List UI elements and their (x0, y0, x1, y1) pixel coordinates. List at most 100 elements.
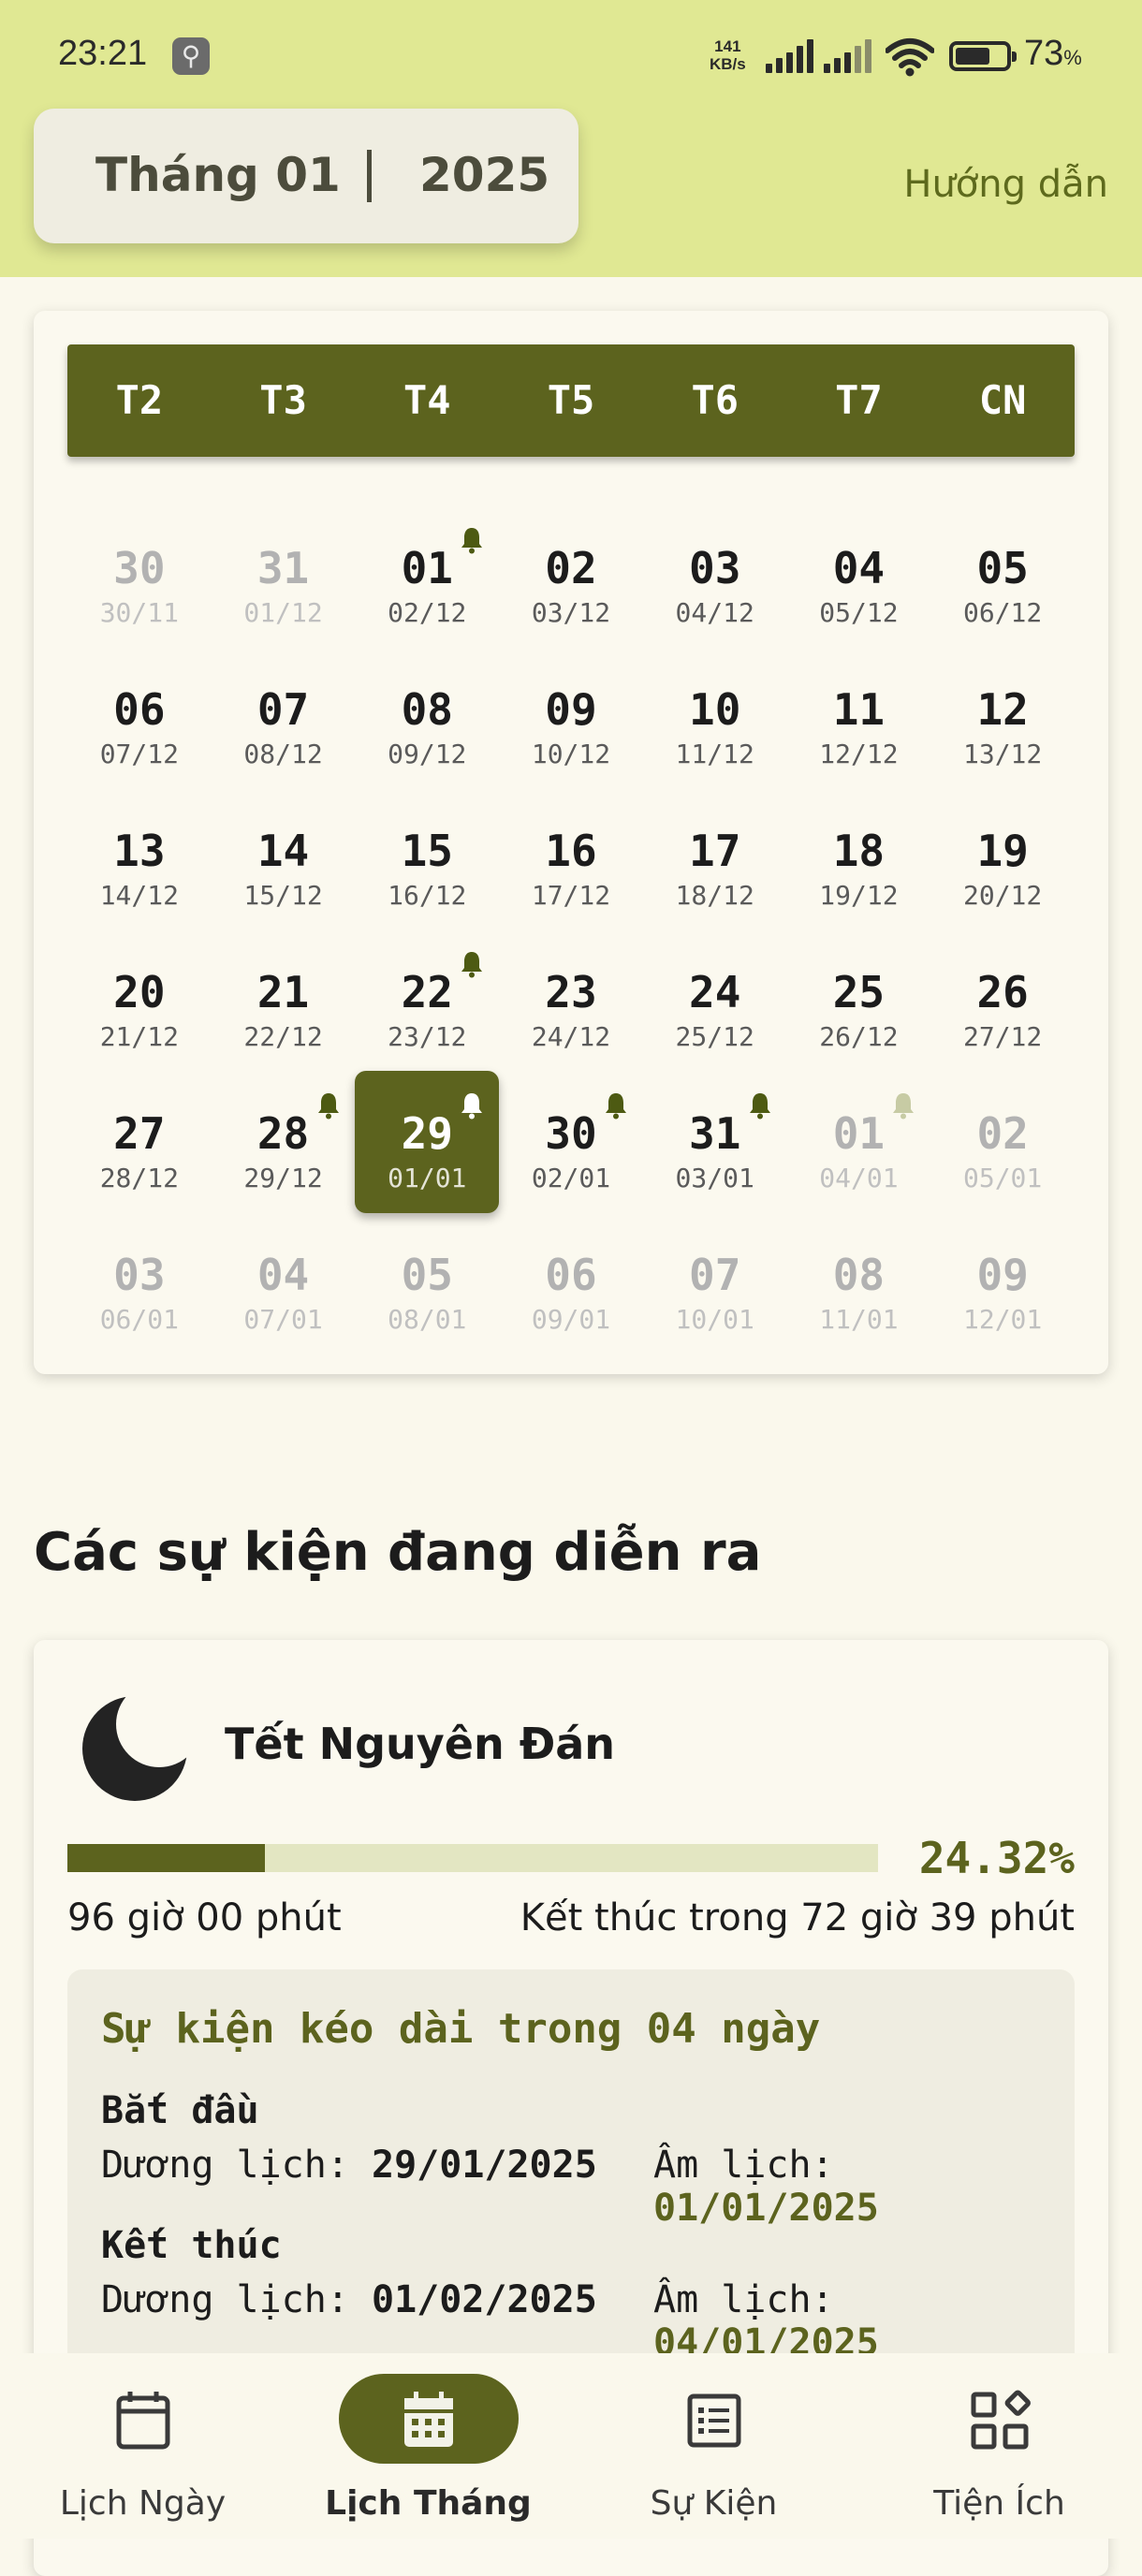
weekday-label: T6 (691, 377, 739, 423)
day-cell[interactable]: 03 06/01 (67, 1212, 212, 1354)
nav-daily-calendar[interactable]: Lịch Ngày (0, 2353, 286, 2539)
day-cell[interactable]: 26 27/12 (930, 929, 1075, 1072)
lunar-date: 05/01 (962, 1163, 1043, 1193)
solar-day: 21 (256, 967, 310, 1017)
day-cell[interactable]: 03 04/12 (643, 505, 787, 648)
lunar-date: 09/12 (388, 739, 467, 769)
day-cell[interactable]: 07 10/01 (643, 1212, 787, 1354)
lunar-date: 17/12 (531, 880, 611, 911)
event-remaining: Kết thúc trong 72 giờ 39 phút (520, 1896, 1075, 1939)
day-cell[interactable]: 09 10/12 (499, 647, 643, 789)
nav-label: Sự Kiện (650, 2484, 778, 2523)
day-cell[interactable]: 18 19/12 (786, 788, 930, 930)
day-cell[interactable]: 08 09/12 (355, 647, 499, 789)
solar-day: 24 (689, 967, 741, 1017)
start-solar: Dương lịch: 29/01/2025 (101, 2144, 597, 2187)
day-cell[interactable]: 27 28/12 (67, 1071, 212, 1213)
nav-events[interactable]: Sự Kiện (571, 2353, 856, 2539)
signal-icon (766, 39, 816, 73)
day-cell[interactable]: 01 02/12 (355, 505, 499, 648)
day-cell[interactable]: 12 13/12 (930, 647, 1075, 789)
battery-icon (949, 41, 1017, 71)
solar-day: 06 (545, 1250, 597, 1300)
day-cell[interactable]: 25 26/12 (786, 929, 930, 1072)
day-cell[interactable]: 23 24/12 (499, 929, 643, 1072)
bell-icon (893, 1093, 915, 1120)
day-cell[interactable]: 07 08/12 (212, 647, 356, 789)
solar-day: 02 (545, 543, 597, 593)
day-cell[interactable]: 06 07/12 (67, 647, 212, 789)
wifi-icon (886, 38, 934, 77)
solar-day: 15 (401, 826, 453, 876)
month-label[interactable]: Tháng 01 (95, 148, 341, 202)
day-cell[interactable]: 17 18/12 (643, 788, 787, 930)
status-bar: 23:21 ⚲ 141 KB/s 73% (0, 0, 1142, 112)
nav-utilities[interactable]: Tiện Ích (856, 2353, 1142, 2539)
month-year-picker[interactable]: Tháng 01 2025 (34, 109, 578, 243)
day-cell[interactable]: 31 01/12 (212, 505, 356, 648)
moon-icon (82, 1696, 187, 1801)
lunar-date: 02/12 (388, 597, 467, 628)
day-cell[interactable]: 30 30/11 (67, 505, 212, 648)
solar-day: 16 (545, 826, 597, 876)
day-cell[interactable]: 05 06/12 (930, 505, 1075, 648)
day-cell[interactable]: 02 03/12 (499, 505, 643, 648)
day-cell[interactable]: 02 05/01 (930, 1071, 1075, 1213)
start-lunar-date: 01/01/2025 (653, 2187, 879, 2230)
day-cell[interactable]: 28 29/12 (212, 1071, 356, 1213)
day-cell[interactable]: 13 14/12 (67, 788, 212, 930)
solar-day: 05 (976, 543, 1029, 593)
weekday-label: T2 (115, 377, 164, 423)
lunar-date: 30/11 (99, 597, 179, 628)
nav-monthly-calendar[interactable]: Lịch Tháng (286, 2353, 571, 2539)
solar-day: 02 (976, 1108, 1029, 1159)
day-cell-selected[interactable]: 29 01/01 (355, 1071, 500, 1213)
start-solar-date: 29/01/2025 (371, 2144, 597, 2187)
lunar-label: Âm lịch: (653, 2278, 834, 2321)
day-cell[interactable]: 14 15/12 (212, 788, 356, 930)
day-cell[interactable]: 08 11/01 (786, 1212, 930, 1354)
lunar-date: 06/01 (99, 1304, 179, 1335)
network-speed-value: 141 (714, 37, 741, 55)
solar-day: 20 (113, 967, 166, 1017)
lunar-date: 14/12 (99, 880, 179, 911)
day-cell[interactable]: 16 17/12 (499, 788, 643, 930)
day-cell[interactable]: 06 09/01 (499, 1212, 643, 1354)
day-cell[interactable]: 05 08/01 (355, 1212, 499, 1354)
lunar-date: 09/01 (531, 1304, 611, 1335)
solar-day: 31 (256, 543, 310, 593)
end-solar: Dương lịch: 01/02/2025 (101, 2278, 597, 2321)
lunar-date: 16/12 (388, 880, 467, 911)
lunar-date: 11/01 (819, 1304, 899, 1335)
guide-link[interactable]: Hướng dẫn (903, 163, 1108, 206)
day-cell[interactable]: 11 12/12 (786, 647, 930, 789)
solar-day: 10 (689, 684, 741, 735)
lunar-date: 04/12 (675, 597, 754, 628)
day-cell[interactable]: 31 03/01 (643, 1071, 787, 1213)
lunar-date: 25/12 (675, 1021, 754, 1052)
events-section-title: Các sự kiện đang diễn ra (34, 1522, 762, 1583)
year-label[interactable]: 2025 (419, 148, 549, 202)
day-cell[interactable]: 22 23/12 (355, 929, 499, 1072)
lunar-date: 02/01 (531, 1163, 611, 1193)
day-cell[interactable]: 04 07/01 (212, 1212, 356, 1354)
end-solar-date: 01/02/2025 (371, 2278, 597, 2321)
day-cell[interactable]: 21 22/12 (212, 929, 356, 1072)
solar-day: 25 (832, 967, 886, 1017)
day-cell[interactable]: 09 12/01 (930, 1212, 1075, 1354)
day-cell[interactable]: 15 16/12 (355, 788, 499, 930)
lunar-date: 06/12 (962, 597, 1043, 628)
day-cell[interactable]: 20 21/12 (67, 929, 212, 1072)
day-cell[interactable]: 04 05/12 (786, 505, 930, 648)
weekday-header: T2 T3 T4 T5 T6 T7 CN (67, 344, 1075, 457)
solar-day: 03 (113, 1250, 166, 1300)
day-cell[interactable]: 24 25/12 (643, 929, 787, 1072)
start-lunar: Âm lịch: 01/01/2025 (653, 2144, 1075, 2230)
day-cell[interactable]: 01 04/01 (786, 1071, 930, 1213)
day-cell[interactable]: 30 02/01 (499, 1071, 643, 1213)
solar-day: 26 (976, 967, 1029, 1017)
weekday-label: CN (978, 377, 1027, 423)
solar-day: 03 (689, 543, 741, 593)
day-cell[interactable]: 19 20/12 (930, 788, 1075, 930)
day-cell[interactable]: 10 11/12 (643, 647, 787, 789)
